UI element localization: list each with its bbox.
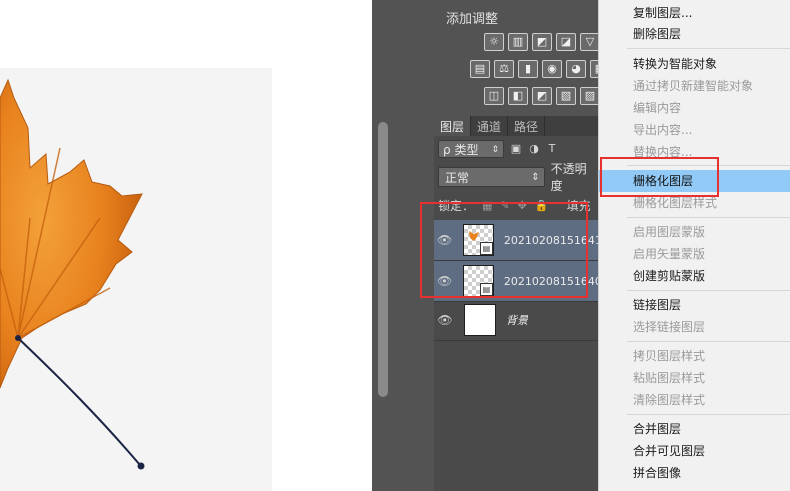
- hue-saturation-icon[interactable]: ▤: [470, 60, 490, 78]
- search-icon: ρ: [443, 143, 451, 157]
- blend-mode-select[interactable]: 正常 ⇕: [438, 167, 545, 187]
- menu-item-merge-layers[interactable]: 合并图层: [599, 418, 790, 440]
- menu-item-duplicate-layer[interactable]: 复制图层...: [599, 2, 790, 24]
- adjustment-filter-icon[interactable]: ◑: [528, 143, 540, 155]
- scrollbar-thumb[interactable]: [378, 122, 388, 397]
- layer-name: 背景: [506, 314, 528, 327]
- menu-item-clear-layer-style: 清除图层样式: [633, 393, 706, 407]
- layers-panel: 图层 通道 路径 ρ 类型 ⇕ ▣ ◑ T 正常 ⇕ 不透明度 锁定： ▦ ✎: [434, 116, 598, 491]
- canvas-scrollbar[interactable]: [372, 0, 394, 491]
- menu-item-select-linked-layers: 选择链接图层: [633, 320, 706, 334]
- tab-paths[interactable]: 路径: [508, 116, 546, 136]
- chevron-updown-icon: ⇕: [491, 145, 499, 155]
- menu-item-new-smart-object-via-copy: 通过拷贝新建智能对象: [633, 79, 754, 93]
- exposure-icon[interactable]: ◪: [556, 33, 576, 51]
- menu-item-enable-vector-mask: 启用矢量蒙版: [633, 247, 706, 261]
- layers-tabs: 图层 通道 路径: [434, 116, 598, 136]
- adjustments-row-1: ☼ ▥ ◩ ◪ ▽: [484, 33, 600, 51]
- menu-separator: [627, 341, 790, 342]
- context-menu: 复制图层... 删除图层 转换为智能对象 通过拷贝新建智能对象 编辑内容 导出内…: [598, 0, 790, 491]
- channel-mixer-icon[interactable]: ◕: [566, 60, 586, 78]
- layer-thumbnail: [464, 304, 496, 336]
- kind-filter-label: 类型: [454, 143, 479, 157]
- menu-separator: [627, 414, 790, 415]
- menu-item-merge-visible[interactable]: 合并可见图层: [599, 440, 790, 462]
- threshold-icon[interactable]: ◩: [532, 87, 552, 105]
- right-panel: 添加调整 ☼ ▥ ◩ ◪ ▽ ▤ ⚖ ▮ ◉ ◕ ▦ ◫ ◧ ◩ ▧ ▨ 图层 …: [394, 0, 610, 491]
- menu-separator: [627, 217, 790, 218]
- vibrance-icon[interactable]: ▽: [580, 33, 600, 51]
- menu-item-convert-smart-object[interactable]: 转换为智能对象: [599, 53, 790, 75]
- tab-layers[interactable]: 图层: [434, 116, 472, 136]
- blend-row: 正常 ⇕ 不透明度: [438, 162, 598, 193]
- adjustments-title: 添加调整: [446, 12, 499, 27]
- tab-channels[interactable]: 通道: [471, 116, 509, 136]
- menu-item-export-contents: 导出内容...: [633, 123, 693, 137]
- opacity-label: 不透明度: [550, 162, 587, 193]
- highlight-box-layers: [420, 202, 588, 298]
- adjustments-row-3: ◫ ◧ ◩ ▧ ▨: [484, 87, 600, 105]
- blend-mode-value: 正常: [445, 171, 470, 185]
- layer-filter-row: ρ 类型 ⇕ ▣ ◑ T: [438, 138, 598, 160]
- posterize-icon[interactable]: ◧: [508, 87, 528, 105]
- menu-separator: [627, 48, 790, 49]
- color-balance-icon[interactable]: ⚖: [494, 60, 514, 78]
- photo-filter-icon[interactable]: ◉: [542, 60, 562, 78]
- document-canvas[interactable]: [0, 0, 372, 491]
- levels-icon[interactable]: ▥: [508, 33, 528, 51]
- layer-row[interactable]: 👁 背景: [434, 300, 598, 341]
- gradient-map-icon[interactable]: ▧: [556, 87, 576, 105]
- highlight-box-rasterize: [600, 157, 719, 197]
- menu-item-paste-layer-style: 粘贴图层样式: [633, 371, 706, 385]
- kind-filter-select[interactable]: ρ 类型 ⇕: [438, 140, 504, 158]
- menu-item-flatten-image[interactable]: 拼合图像: [599, 462, 790, 484]
- adjustments-row-2: ▤ ⚖ ▮ ◉ ◕ ▦: [470, 60, 610, 78]
- eye-icon[interactable]: 👁: [434, 313, 456, 327]
- menu-separator: [627, 290, 790, 291]
- invert-icon[interactable]: ◫: [484, 87, 504, 105]
- selective-color-icon[interactable]: ▨: [580, 87, 600, 105]
- menu-item-delete-layer[interactable]: 删除图层: [599, 23, 790, 45]
- pixel-filter-icon[interactable]: ▣: [510, 143, 522, 155]
- curves-icon[interactable]: ◩: [532, 33, 552, 51]
- menu-item-edit-contents: 编辑内容: [633, 101, 682, 115]
- brightness-icon[interactable]: ☼: [484, 33, 504, 51]
- maple-leaf-image: [0, 78, 145, 470]
- menu-item-create-clipping-mask[interactable]: 创建剪贴蒙版: [599, 265, 790, 287]
- menu-item-copy-layer-style: 拷贝图层样式: [633, 349, 706, 363]
- menu-item-link-layers[interactable]: 链接图层: [599, 294, 790, 316]
- type-filter-icon[interactable]: T: [546, 143, 558, 155]
- black-white-icon[interactable]: ▮: [518, 60, 538, 78]
- chevron-updown-icon: ⇕: [531, 172, 540, 183]
- menu-item-enable-layer-mask: 启用图层蒙版: [633, 225, 706, 239]
